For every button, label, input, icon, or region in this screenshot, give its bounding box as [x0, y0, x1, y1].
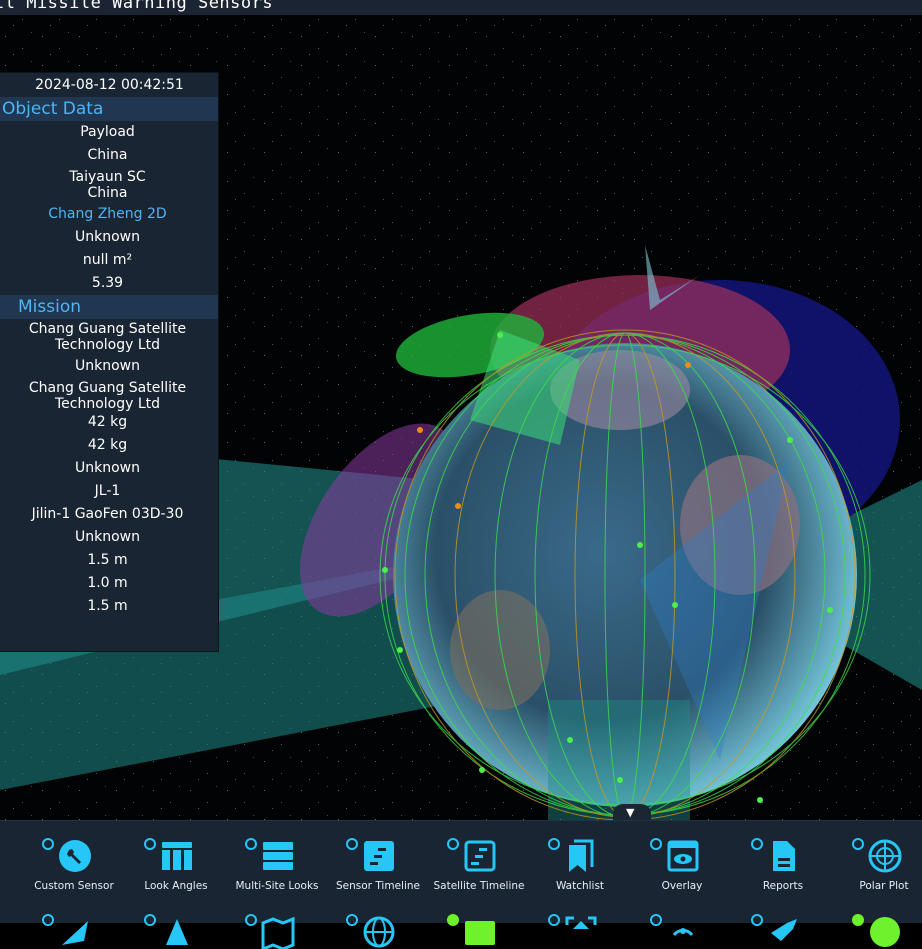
- operator-line-2: Technology Ltd: [54, 396, 161, 412]
- document-icon: [773, 841, 795, 871]
- tool-label: Satellite Timeline: [433, 880, 525, 892]
- status-dot: [751, 838, 763, 850]
- bus: JL-1: [94, 483, 121, 499]
- status-dot: [346, 914, 358, 926]
- length: 1.5 m: [87, 552, 128, 568]
- bookmark-icon: [569, 839, 594, 872]
- launch-site-country: China: [87, 185, 128, 201]
- user: Unknown: [75, 358, 140, 374]
- list-icon: [263, 842, 293, 870]
- configuration: Unknown: [75, 229, 140, 245]
- table-icon: [162, 842, 192, 870]
- timeline-outline-icon: [464, 840, 496, 872]
- object-info-panel: 2024-08-12 00:42:51 Object Data Payload …: [0, 72, 219, 652]
- status-dot-active: [447, 914, 459, 926]
- owner: Chang Guang Satellite Technology Ltd: [0, 319, 218, 355]
- triangle-icon: [166, 919, 188, 945]
- globe-icon: [363, 916, 395, 948]
- rocket-link[interactable]: Chang Zheng 2D: [0, 203, 218, 226]
- tool-label: Multi-Site Looks: [235, 880, 319, 892]
- tool-label: Custom Sensor: [34, 880, 114, 892]
- visual-magnitude: 5.39: [91, 275, 124, 291]
- tool-label: Reports: [762, 880, 804, 892]
- bottom-toolbar: Custom Sensor Look Angles Multi-Site Loo…: [0, 820, 922, 949]
- landmass-south-america: [450, 590, 550, 710]
- diameter: 1.0 m: [87, 575, 128, 591]
- satellite-icon: [771, 919, 797, 941]
- section-mission[interactable]: Mission: [0, 295, 218, 319]
- tool-label: Watchlist: [555, 880, 605, 892]
- lifetime: Unknown: [75, 460, 140, 476]
- tool-label: Overlay: [661, 880, 703, 892]
- rocket-icon: [62, 921, 88, 945]
- object-type: Payload: [80, 124, 135, 140]
- launch-mass: 42 kg: [87, 414, 128, 430]
- timeline-icon: [364, 841, 394, 871]
- status-dot: [548, 914, 560, 926]
- status-dot: [42, 838, 54, 850]
- operator-line-1: Chang Guang Satellite: [28, 380, 187, 396]
- sensor-beam-bottom: [548, 700, 690, 820]
- status-dot: [751, 914, 763, 926]
- status-dot-active: [852, 914, 864, 926]
- dry-mass: 42 kg: [87, 437, 128, 453]
- status-dot: [346, 838, 358, 850]
- owner-line-1: Chang Guang Satellite: [28, 321, 187, 337]
- owner-line-2: Technology Ltd: [54, 337, 161, 353]
- status-dot: [447, 838, 459, 850]
- motor: Unknown: [75, 529, 140, 545]
- status-dot: [548, 838, 560, 850]
- status-dot: [144, 914, 156, 926]
- span: 1.5 m: [87, 598, 128, 614]
- launch-site: Taiyaun SC China: [0, 167, 218, 203]
- status-dot: [144, 838, 156, 850]
- map-icon: [261, 916, 295, 949]
- country: China: [87, 147, 128, 163]
- earth-icon: [870, 917, 900, 947]
- status-dot: [650, 838, 662, 850]
- status-dot: [42, 914, 54, 926]
- payload: Jilin-1 GaoFen 03D-30: [31, 506, 184, 522]
- broadcast-icon: [672, 928, 694, 936]
- top-bar: ll Missile Warning Sensors: [0, 0, 922, 15]
- tool-label: Sensor Timeline: [336, 880, 420, 892]
- launch-site-name: Taiyaun SC: [69, 169, 146, 185]
- chevron-down-icon: ▼: [626, 806, 635, 819]
- status-dot: [650, 914, 662, 926]
- radar-icon: [868, 839, 902, 873]
- toolbar-collapse-button[interactable]: ▼: [613, 804, 651, 820]
- operator: Chang Guang Satellite Technology Ltd: [0, 378, 218, 414]
- status-dot: [852, 838, 864, 850]
- tool-label: Polar Plot: [859, 880, 909, 892]
- section-object-data[interactable]: Object Data: [0, 97, 218, 121]
- card-icon: [465, 921, 495, 945]
- status-dot: [245, 838, 257, 850]
- eye-window-icon: [667, 840, 699, 872]
- page-title: ll Missile Warning Sensors: [0, 0, 274, 13]
- wrench-icon: [59, 840, 91, 872]
- frame-icon: [565, 916, 597, 929]
- status-dot: [245, 914, 257, 926]
- tool-label: Look Angles: [144, 880, 208, 892]
- timestamp: 2024-08-12 00:42:51: [35, 77, 184, 93]
- rcs: null m²: [82, 252, 133, 268]
